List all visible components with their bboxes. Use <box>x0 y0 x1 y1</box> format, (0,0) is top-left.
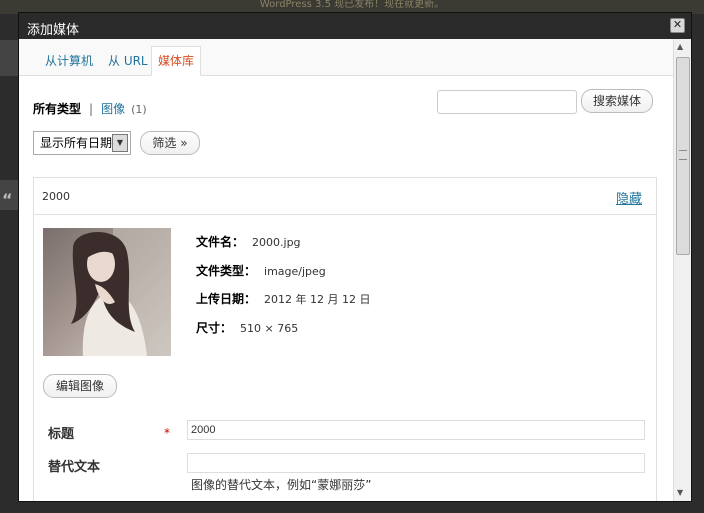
search-media-button[interactable]: 搜索媒体 <box>581 89 653 113</box>
scroll-down-icon[interactable]: ▼ <box>677 488 683 497</box>
upload-date-label: 上传日期： <box>196 292 257 306</box>
scrollbar-thumb[interactable] <box>676 57 690 255</box>
title-input[interactable] <box>187 420 645 440</box>
filter-separator: | <box>89 102 94 116</box>
file-name-value: 2000.jpg <box>252 236 301 249</box>
title-label: 标题 <box>48 427 75 442</box>
media-item-name: 2000 <box>42 190 70 203</box>
required-marker: * <box>164 426 170 440</box>
scroll-up-icon[interactable]: ▲ <box>677 42 683 51</box>
file-type-value: image/jpeg <box>264 265 326 278</box>
media-tabs: 从计算机 从 URL 媒体库 <box>19 39 673 76</box>
image-count: (1) <box>131 103 147 116</box>
close-icon: ✕ <box>672 18 683 31</box>
file-type-label: 文件类型： <box>196 264 257 278</box>
dialog-title: 添加媒体 <box>27 23 80 38</box>
vertical-scrollbar[interactable]: ▲ ▼ <box>673 39 691 501</box>
add-media-dialog: 添加媒体 ✕ 从计算机 从 URL 媒体库 所有类型 | 图像 (1) 搜索媒体 显示… <box>18 12 692 502</box>
upload-date-row: 上传日期： 2012 年 12 月 12 日 <box>196 290 371 307</box>
dialog-content: 从计算机 从 URL 媒体库 所有类型 | 图像 (1) 搜索媒体 显示所有日期 ▼ … <box>19 39 673 501</box>
date-filter-select[interactable]: 显示所有日期 ▼ <box>33 131 131 155</box>
alt-text-help: 图像的替代文本，例如“蒙娜丽莎” <box>191 478 372 492</box>
alt-text-label: 替代文本 <box>48 460 101 475</box>
filter-images[interactable]: 图像 <box>101 102 125 116</box>
media-item: 2000 隐藏 文件名： 2000.jpg 文件类型： image/jpeg 上… <box>33 177 657 501</box>
grip-icon <box>679 150 687 160</box>
tab-from-url[interactable]: 从 URL <box>108 52 148 69</box>
tab-media-library[interactable]: 媒体库 <box>151 46 202 76</box>
dimensions-value: 510 × 765 <box>240 322 299 335</box>
filter-all-types[interactable]: 所有类型 <box>33 102 81 116</box>
alt-text-input[interactable] <box>187 453 645 473</box>
dimensions-row: 尺寸： 510 × 765 <box>196 319 298 336</box>
background-quote-icon: “ <box>2 190 13 209</box>
file-name-row: 文件名： 2000.jpg <box>196 233 301 250</box>
filter-button[interactable]: 筛选 » <box>140 131 200 155</box>
file-name-label: 文件名： <box>196 235 245 249</box>
type-filter-links: 所有类型 | 图像 (1) <box>33 100 147 117</box>
file-type-row: 文件类型： image/jpeg <box>196 262 326 279</box>
edit-image-button[interactable]: 编辑图像 <box>43 374 117 398</box>
media-item-header: 2000 隐藏 <box>34 178 656 215</box>
date-filter-value: 显示所有日期 <box>40 136 113 150</box>
image-thumbnail <box>43 228 171 356</box>
background-strip <box>0 40 20 76</box>
upload-date-value: 2012 年 12 月 12 日 <box>264 293 371 306</box>
chevron-down-icon: ▼ <box>112 134 128 152</box>
tab-from-computer[interactable]: 从计算机 <box>45 52 93 69</box>
dimensions-label: 尺寸： <box>196 321 233 335</box>
dialog-titlebar: 添加媒体 ✕ <box>19 13 691 39</box>
close-button[interactable]: ✕ <box>670 18 685 33</box>
search-input[interactable] <box>437 90 577 114</box>
hide-link[interactable]: 隐藏 <box>616 188 642 207</box>
